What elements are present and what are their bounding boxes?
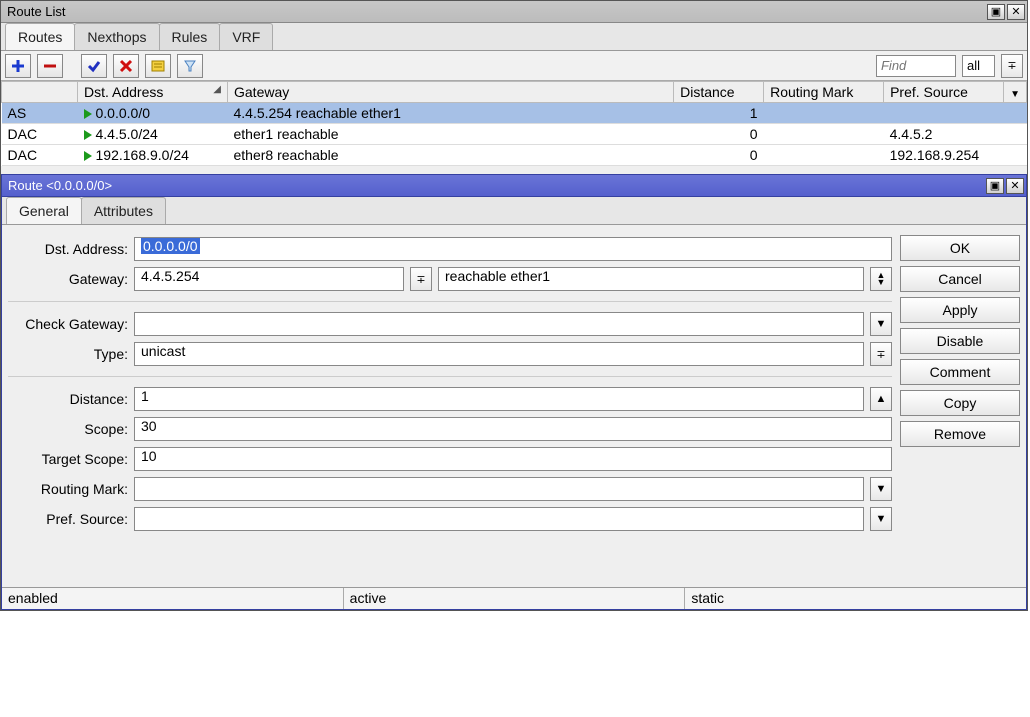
table-row[interactable]: AS 0.0.0.0/0 4.4.5.254 reachable ether1 … bbox=[2, 103, 1027, 124]
col-dst[interactable]: Dst. Address ◢ bbox=[78, 82, 228, 103]
pref-source-dropdown[interactable]: ▼ bbox=[870, 507, 892, 531]
tab-routes[interactable]: Routes bbox=[5, 23, 75, 50]
minimize-button[interactable]: ▣ bbox=[987, 4, 1005, 20]
detail-form: Dst. Address: 0.0.0.0/0 Gateway: 4.4.5.2… bbox=[8, 231, 892, 581]
routing-mark-input[interactable] bbox=[134, 477, 864, 501]
apply-button[interactable]: Apply bbox=[900, 297, 1020, 323]
check-gateway-input[interactable] bbox=[134, 312, 864, 336]
status-active: active bbox=[344, 588, 686, 609]
detail-tabs: General Attributes bbox=[2, 197, 1026, 225]
check-gateway-label: Check Gateway: bbox=[8, 316, 128, 332]
dst-address-input[interactable]: 0.0.0.0/0 bbox=[134, 237, 892, 261]
tab-vrf[interactable]: VRF bbox=[219, 23, 273, 50]
col-pref-source[interactable]: Pref. Source bbox=[884, 82, 1004, 103]
distance-input[interactable]: 1 bbox=[134, 387, 864, 411]
detail-status-bar: enabled active static bbox=[2, 587, 1026, 609]
copy-button[interactable]: Copy bbox=[900, 390, 1020, 416]
type-overflow[interactable]: ∓ bbox=[870, 342, 892, 366]
gateway-label: Gateway: bbox=[8, 271, 128, 287]
routing-mark-label: Routing Mark: bbox=[8, 481, 128, 497]
filter-combo[interactable]: all bbox=[962, 55, 995, 77]
detail-title-bar: Route <0.0.0.0/0> ▣ ✕ bbox=[2, 175, 1026, 197]
check-gateway-dropdown[interactable]: ▼ bbox=[870, 312, 892, 336]
tab-attributes[interactable]: Attributes bbox=[81, 197, 166, 224]
status-enabled: enabled bbox=[2, 588, 344, 609]
title-bar: Route List ▣ ✕ bbox=[1, 1, 1027, 23]
detail-close-button[interactable]: ✕ bbox=[1006, 178, 1024, 194]
scope-input[interactable]: 30 bbox=[134, 417, 892, 441]
window-title: Route List bbox=[3, 4, 66, 19]
gateway-updown-button[interactable]: ▲▼ bbox=[870, 267, 892, 291]
tab-general[interactable]: General bbox=[6, 197, 82, 224]
disable-button[interactable]: Disable bbox=[900, 328, 1020, 354]
active-icon bbox=[84, 109, 92, 119]
col-routing-mark[interactable]: Routing Mark bbox=[764, 82, 884, 103]
route-list-window: Route List ▣ ✕ Routes Nexthops Rules VRF bbox=[0, 0, 1028, 611]
find-input[interactable] bbox=[876, 55, 956, 77]
tab-rules[interactable]: Rules bbox=[159, 23, 221, 50]
col-distance[interactable]: Distance bbox=[674, 82, 764, 103]
disable-button[interactable] bbox=[113, 54, 139, 78]
route-table: Dst. Address ◢ Gateway Distance Routing … bbox=[1, 81, 1027, 166]
toolbar: all ∓ bbox=[1, 51, 1027, 81]
filter-button[interactable] bbox=[177, 54, 203, 78]
close-button[interactable]: ✕ bbox=[1007, 4, 1025, 20]
target-scope-input[interactable]: 10 bbox=[134, 447, 892, 471]
target-scope-label: Target Scope: bbox=[8, 451, 128, 467]
detail-minimize-button[interactable]: ▣ bbox=[986, 178, 1004, 194]
ok-button[interactable]: OK bbox=[900, 235, 1020, 261]
gateway-input[interactable]: 4.4.5.254 bbox=[134, 267, 404, 291]
detail-buttons: OK Cancel Apply Disable Comment Copy Rem… bbox=[900, 231, 1020, 581]
active-icon bbox=[84, 151, 92, 161]
detail-window-title: Route <0.0.0.0/0> bbox=[4, 178, 112, 193]
table-row[interactable]: DAC 4.4.5.0/24 ether1 reachable 0 4.4.5.… bbox=[2, 124, 1027, 145]
cancel-button[interactable]: Cancel bbox=[900, 266, 1020, 292]
active-icon bbox=[84, 130, 92, 140]
tab-nexthops[interactable]: Nexthops bbox=[74, 23, 159, 50]
remove-button[interactable] bbox=[37, 54, 63, 78]
gateway-status: reachable ether1 bbox=[438, 267, 864, 291]
sort-icon: ◢ bbox=[211, 84, 221, 95]
main-tabs: Routes Nexthops Rules VRF bbox=[1, 23, 1027, 51]
comment-button[interactable] bbox=[145, 54, 171, 78]
table-row[interactable]: DAC 192.168.9.0/24 ether8 reachable 0 19… bbox=[2, 145, 1027, 166]
enable-button[interactable] bbox=[81, 54, 107, 78]
filter-combo-overflow[interactable]: ∓ bbox=[1001, 54, 1023, 78]
remove-button[interactable]: Remove bbox=[900, 421, 1020, 447]
route-table-wrapper: Dst. Address ◢ Gateway Distance Routing … bbox=[1, 81, 1027, 166]
distance-label: Distance: bbox=[8, 391, 128, 407]
detail-body: Dst. Address: 0.0.0.0/0 Gateway: 4.4.5.2… bbox=[2, 225, 1026, 587]
type-label: Type: bbox=[8, 346, 128, 362]
scope-label: Scope: bbox=[8, 421, 128, 437]
gateway-overflow-button[interactable]: ∓ bbox=[410, 267, 432, 291]
col-gateway[interactable]: Gateway bbox=[228, 82, 674, 103]
pref-source-label: Pref. Source: bbox=[8, 511, 128, 527]
type-input[interactable]: unicast bbox=[134, 342, 864, 366]
dst-address-label: Dst. Address: bbox=[8, 241, 128, 257]
add-button[interactable] bbox=[5, 54, 31, 78]
status-static: static bbox=[685, 588, 1026, 609]
col-menu[interactable]: ▼ bbox=[1004, 82, 1027, 103]
comment-button[interactable]: Comment bbox=[900, 359, 1020, 385]
distance-collapse[interactable]: ▲ bbox=[870, 387, 892, 411]
route-detail-window: Route <0.0.0.0/0> ▣ ✕ General Attributes… bbox=[1, 174, 1027, 610]
pref-source-input[interactable] bbox=[134, 507, 864, 531]
col-flags[interactable] bbox=[2, 82, 78, 103]
routing-mark-dropdown[interactable]: ▼ bbox=[870, 477, 892, 501]
